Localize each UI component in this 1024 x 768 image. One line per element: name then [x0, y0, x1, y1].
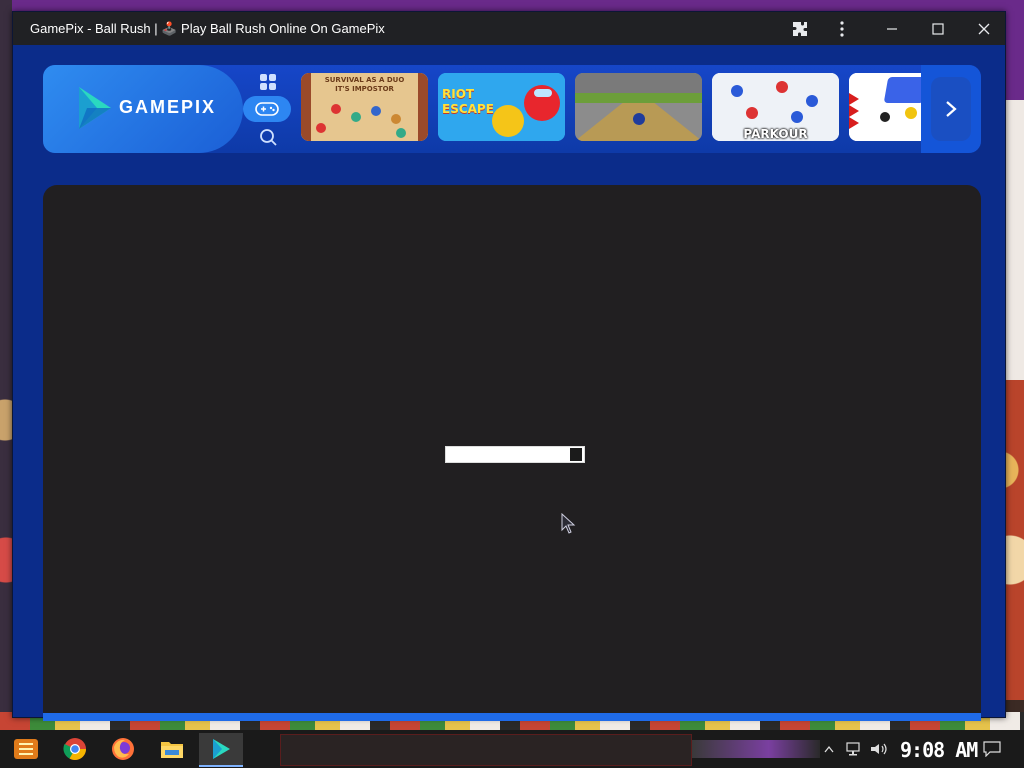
chrome-icon[interactable]	[53, 733, 97, 765]
page-content: GAMEPIX SURVIVAL AS A DUO IT'S IMPOSTOR …	[13, 45, 1005, 721]
game-thumbnails: SURVIVAL AS A DUO IT'S IMPOSTOR RIOT ESC…	[301, 73, 921, 141]
file-explorer-icon[interactable]	[150, 733, 194, 765]
mouse-cursor-icon	[561, 513, 576, 534]
gamepix-logo-icon	[79, 87, 111, 129]
loading-bar-knob	[570, 448, 582, 461]
loading-bar	[445, 446, 585, 463]
taskbar-search[interactable]	[280, 734, 692, 766]
gamepix-logo[interactable]: GAMEPIX	[43, 65, 243, 153]
thumbnail-scroll-area	[921, 65, 981, 153]
taskbar-clock[interactable]: 9:08 AM	[900, 738, 978, 762]
gamepix-header: GAMEPIX SURVIVAL AS A DUO IT'S IMPOSTOR …	[43, 65, 981, 153]
game-frame-bottom	[43, 713, 981, 721]
gamepix-app-icon[interactable]	[199, 733, 243, 767]
minimize-icon[interactable]	[869, 12, 915, 45]
thumbnail-caption: SURVIVAL AS A DUO	[324, 76, 405, 84]
chevron-right-icon[interactable]	[931, 77, 971, 141]
chevron-up-icon[interactable]	[824, 730, 834, 768]
extensions-icon[interactable]	[777, 12, 823, 45]
gamepad-icon[interactable]	[243, 96, 291, 122]
volume-icon[interactable]	[870, 730, 888, 768]
game-canvas[interactable]	[43, 185, 981, 713]
browser-window: GamePix - Ball Rush | 🕹️ Play Ball Rush …	[12, 11, 1006, 721]
maximize-icon[interactable]	[915, 12, 961, 45]
notifications-icon[interactable]	[983, 730, 1001, 768]
window-title: GamePix - Ball Rush | 🕹️ Play Ball Rush …	[30, 21, 385, 36]
game-thumbnail[interactable]: RIOT ESCAPE	[438, 73, 565, 141]
thumbnail-caption-sub: IT'S IMPOSTOR	[335, 85, 394, 93]
taskbar: 9:08 AM	[0, 730, 1024, 768]
thumbnail-caption: RIOT	[442, 87, 475, 101]
search-icon[interactable]	[249, 124, 287, 150]
firefox-icon[interactable]	[101, 733, 145, 765]
game-thumbnail[interactable]	[849, 73, 921, 141]
thumbnail-caption-sub: ESCAPE	[442, 102, 494, 116]
kebab-menu-icon[interactable]	[819, 12, 865, 45]
network-icon[interactable]	[846, 730, 864, 768]
gamepix-nav	[243, 65, 291, 153]
gamepix-logo-text: GAMEPIX	[119, 97, 217, 117]
taskbar-decoration	[692, 740, 820, 758]
close-icon[interactable]	[961, 12, 1007, 45]
game-thumbnail[interactable]: PARKOUR	[712, 73, 839, 141]
game-thumbnail[interactable]	[575, 73, 702, 141]
title-bar: GamePix - Ball Rush | 🕹️ Play Ball Rush …	[13, 12, 1005, 45]
game-thumbnail[interactable]: SURVIVAL AS A DUO IT'S IMPOSTOR	[301, 73, 428, 141]
start-icon[interactable]	[4, 733, 48, 765]
grid-icon[interactable]	[249, 69, 287, 95]
thumbnail-caption: PARKOUR	[743, 127, 808, 141]
